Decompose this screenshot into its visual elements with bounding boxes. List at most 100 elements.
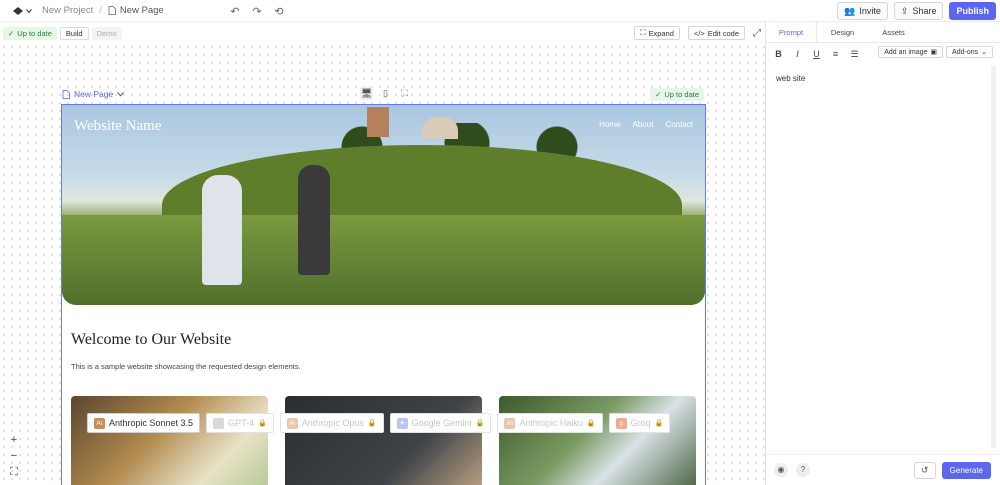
model-option[interactable]: ✦ Google Gemini 🔒: [389, 413, 492, 433]
hero-person-1: [202, 175, 242, 285]
check-icon: ✓: [8, 28, 15, 38]
status-badge: ✓ Up to date: [3, 26, 57, 40]
model-option[interactable]: A\ Anthropic Opus 🔒: [279, 413, 384, 433]
model-label: Groq: [630, 418, 651, 428]
model-option[interactable]: A\ Anthropic Sonnet 3.5: [87, 413, 201, 433]
discord-icon[interactable]: ◉: [774, 462, 788, 477]
hero-image: Website Name Home About Contact: [62, 105, 705, 305]
italic-icon[interactable]: I: [792, 49, 803, 60]
chevron-down-icon: [26, 8, 32, 13]
zoom-in-icon[interactable]: +: [8, 434, 20, 446]
chevron-down-icon: ⌄: [981, 49, 987, 56]
desktop-icon[interactable]: 🖥: [360, 87, 373, 100]
logo-icon: [13, 6, 23, 15]
mobile-icon[interactable]: ▯: [379, 87, 392, 100]
undo-icon[interactable]: ↶: [228, 4, 242, 18]
fullscreen-icon[interactable]: ⤢: [753, 28, 761, 39]
bullet-list-icon[interactable]: ☰: [849, 49, 860, 60]
site-nav-home[interactable]: Home: [599, 120, 620, 129]
model-label: Google Gemini: [411, 418, 472, 428]
model-icon: A\: [504, 417, 516, 429]
lock-icon: 🔒: [586, 420, 596, 427]
prompt-toolbar: B I U ≡ ☰ Add an image ▣ Add-ons ⌄: [766, 46, 1000, 62]
tab-design[interactable]: Design: [817, 22, 868, 42]
page-icon: [108, 6, 116, 15]
panel-scrollbar[interactable]: [991, 66, 996, 448]
check-icon: ✓: [655, 90, 662, 99]
model-option[interactable]: A\ Anthropic Haiku 🔒: [497, 413, 603, 433]
users-icon: 👥: [844, 5, 856, 16]
welcome-description: This is a sample website showcasing the …: [71, 362, 301, 371]
prompt-input[interactable]: web site: [776, 74, 805, 83]
code-icon: </>: [693, 28, 705, 38]
card-image-2: [285, 396, 482, 485]
site-nav-contact[interactable]: Contact: [665, 120, 693, 129]
publish-button[interactable]: Publish: [949, 2, 996, 20]
reset-button[interactable]: ↺: [913, 462, 936, 479]
model-option[interactable]: g Groq 🔒: [608, 413, 671, 433]
frame-status-text: Up to date: [664, 90, 699, 99]
site-name[interactable]: Website Name: [74, 118, 162, 135]
card-image-1: [71, 396, 268, 485]
zoom-out-icon[interactable]: −: [8, 450, 20, 462]
breadcrumb: New Project / New Page: [42, 5, 164, 16]
tab-assets[interactable]: Assets: [868, 22, 919, 42]
redo-icon[interactable]: ↷: [250, 4, 264, 18]
breadcrumb-page[interactable]: New Page: [108, 5, 164, 16]
frame-page-name: New Page: [74, 89, 114, 99]
expand-label: Expand: [648, 28, 674, 38]
breadcrumb-project[interactable]: New Project: [42, 5, 93, 16]
build-toggle[interactable]: Build: [59, 26, 89, 40]
zoom-controls: + − ⛶: [8, 434, 20, 478]
format-buttons: B I U ≡ ☰: [773, 49, 860, 60]
history-controls: ↶ ↷ ⟲: [228, 4, 286, 18]
tab-prompt[interactable]: Prompt: [766, 22, 817, 42]
share-button[interactable]: ⇪ Share: [893, 2, 944, 20]
underline-icon[interactable]: U: [811, 49, 822, 60]
status-text: Up to date: [17, 28, 52, 38]
site-nav: Home About Contact: [599, 120, 693, 129]
model-option[interactable]: GPT-4 🔒: [206, 413, 274, 433]
chevron-down-icon: [117, 91, 125, 97]
ordered-list-icon[interactable]: ≡: [830, 49, 841, 60]
prompt-toolbar-actions: Add an image ▣ Add-ons ⌄: [878, 46, 993, 58]
model-icon: [213, 417, 225, 429]
app-logo-menu[interactable]: [12, 6, 32, 16]
fit-screen-icon[interactable]: ⛶: [398, 87, 411, 100]
expand-icon: ⛶: [640, 28, 646, 37]
image-icon: ▣: [930, 49, 938, 56]
fit-view-icon[interactable]: ⛶: [8, 466, 20, 478]
demo-toggle[interactable]: Demo: [91, 26, 122, 40]
addons-label: Add-ons: [952, 48, 979, 56]
history-icon[interactable]: ⟲: [272, 4, 286, 18]
frame-page-selector[interactable]: New Page: [62, 89, 125, 99]
image-cards: [71, 396, 696, 485]
generate-button[interactable]: Generate: [941, 462, 991, 479]
model-label: Anthropic Sonnet 3.5: [109, 418, 194, 428]
add-image-label: Add an image: [884, 48, 928, 56]
edit-code-button[interactable]: </> Edit code: [687, 26, 745, 40]
top-actions: 👥 Invite ⇪ Share Publish: [837, 2, 996, 20]
frame-header: New Page 🖥 ▯ ⛶ ✓ Up to date: [62, 87, 706, 101]
hero-church: [422, 117, 458, 139]
hero-person-2: [298, 165, 330, 275]
page-icon: [62, 89, 70, 99]
expand-button[interactable]: ⛶ Expand: [634, 26, 680, 40]
add-image-button[interactable]: Add an image ▣: [878, 46, 944, 58]
invite-button[interactable]: 👥 Invite: [837, 2, 888, 20]
help-icon[interactable]: ?: [796, 462, 810, 477]
canvas-actions: ⛶ Expand </> Edit code ⤢: [634, 26, 761, 40]
breadcrumb-separator: /: [99, 5, 102, 16]
welcome-heading: Welcome to Our Website: [71, 331, 232, 348]
panel-tabs: Prompt Design Assets: [766, 22, 1000, 43]
site-nav-about[interactable]: About: [633, 120, 654, 129]
model-label: Anthropic Haiku: [519, 418, 583, 428]
edit-code-label: Edit code: [707, 28, 739, 38]
model-icon: ✦: [396, 417, 408, 429]
addons-dropdown[interactable]: Add-ons ⌄: [946, 46, 993, 58]
model-label: GPT-4: [228, 418, 255, 428]
model-icon: A\: [286, 417, 298, 429]
bold-icon[interactable]: B: [773, 49, 784, 60]
share-icon: ⇪: [900, 5, 909, 16]
top-bar: New Project / New Page ↶ ↷ ⟲ 👥 Invite ⇪ …: [0, 0, 1000, 22]
